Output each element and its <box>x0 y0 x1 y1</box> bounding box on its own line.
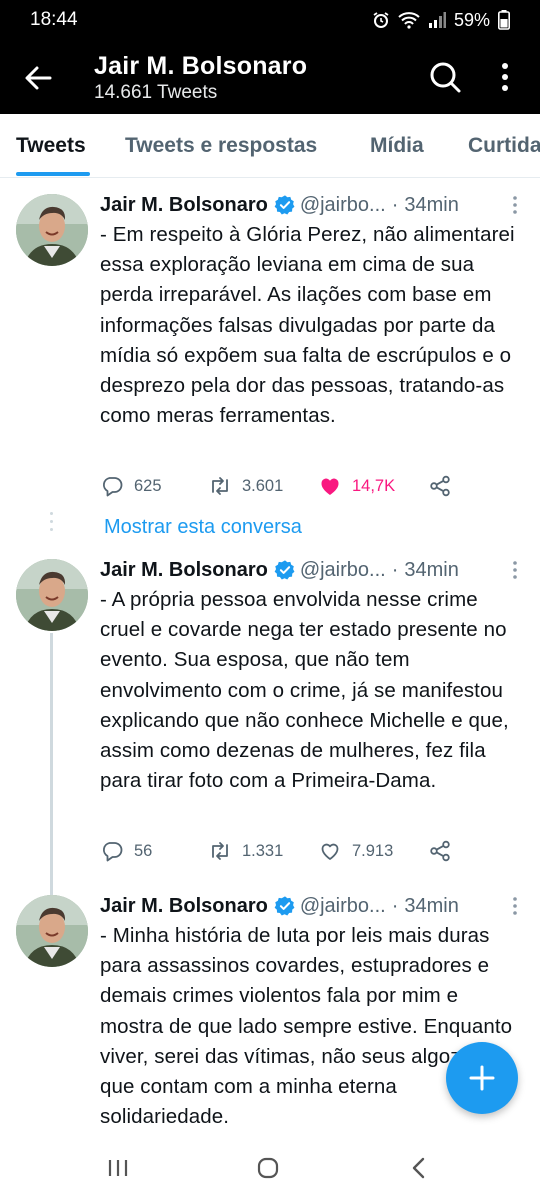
tweet-time: 34min <box>404 894 459 917</box>
active-tab-indicator <box>16 172 90 176</box>
tweet-time: 34min <box>404 193 459 216</box>
status-icons: 59% <box>372 10 510 31</box>
tweet-card[interactable]: Jair M. Bolsonaro @jairbo... · 34min - E… <box>0 190 540 510</box>
compose-tweet-button[interactable] <box>446 1042 518 1114</box>
reply-icon <box>103 842 123 862</box>
tweet-count: 14.661 Tweets <box>94 82 218 103</box>
author-handle: @jairbo... <box>299 894 386 917</box>
tweet-text: - Em respeito à Glória Perez, não alimen… <box>100 223 515 428</box>
profile-name-title: Jair M. Bolsonaro <box>94 52 308 80</box>
avatar[interactable] <box>16 895 88 967</box>
like-icon <box>321 843 339 860</box>
back-arrow-icon[interactable] <box>22 62 54 94</box>
share-icon <box>430 840 450 862</box>
tab-tweets-and-replies[interactable]: Tweets e respostas <box>125 134 317 158</box>
author-name[interactable]: Jair M. Bolsonaro <box>100 194 268 217</box>
tweet-time: 34min <box>404 558 459 581</box>
wifi-icon <box>398 12 420 29</box>
retweet-count: 1.331 <box>242 841 284 860</box>
profile-header: Jair M. Bolsonaro 14.661 Tweets <box>0 40 540 114</box>
tab-tweets[interactable]: Tweets <box>16 134 86 158</box>
search-icon[interactable] <box>428 60 462 94</box>
verified-badge-icon <box>274 195 295 215</box>
reply-count: 625 <box>134 476 162 495</box>
thread-line <box>50 633 53 895</box>
tab-media[interactable]: Mídia <box>370 134 424 158</box>
recent-apps-icon[interactable] <box>106 1156 130 1180</box>
home-icon[interactable] <box>256 1156 280 1180</box>
author-handle: @jairbo... <box>299 558 386 581</box>
system-nav-bar <box>0 1140 540 1200</box>
share-icon <box>430 475 450 497</box>
status-time: 18:44 <box>30 9 78 30</box>
share-button[interactable] <box>428 474 452 498</box>
tweet-actions: 625 3.601 14,7K <box>100 474 520 504</box>
verified-badge-icon <box>274 560 295 580</box>
separator-dot: · <box>391 894 399 917</box>
back-icon[interactable] <box>408 1156 432 1180</box>
retweet-count: 3.601 <box>242 476 284 495</box>
more-vertical-icon[interactable] <box>492 60 518 94</box>
retweet-icon <box>212 477 228 495</box>
tweet-menu-icon[interactable] <box>508 194 522 216</box>
reply-button[interactable]: 625 <box>100 474 162 498</box>
tweet-menu-icon[interactable] <box>508 895 522 917</box>
show-thread-link[interactable]: Mostrar esta conversa <box>104 516 302 539</box>
author-name[interactable]: Jair M. Bolsonaro <box>100 895 268 918</box>
tweet-menu-icon[interactable] <box>508 559 522 581</box>
retweet-button[interactable]: 1.331 <box>208 839 283 863</box>
avatar[interactable] <box>16 559 88 631</box>
compose-plus-icon <box>469 1065 495 1091</box>
retweet-button[interactable]: 3.601 <box>208 474 283 498</box>
status-bar: 18:44 59% <box>0 0 540 40</box>
tab-likes[interactable]: Curtidas <box>468 134 540 158</box>
reply-count: 56 <box>134 841 153 860</box>
battery-percent: 59% <box>453 9 490 30</box>
separator-dot: · <box>391 558 399 581</box>
author-handle: @jairbo... <box>299 193 386 216</box>
like-count: 14,7K <box>352 476 396 495</box>
retweet-icon <box>212 842 228 860</box>
like-button[interactable]: 14,7K <box>318 474 395 498</box>
reply-button[interactable]: 56 <box>100 839 152 863</box>
like-button[interactable]: 7.913 <box>318 839 393 863</box>
tweet-actions: 56 1.331 7.913 <box>100 839 520 869</box>
alarm-icon <box>373 12 389 28</box>
tweet-text: - A própria pessoa envolvida nesse crime… <box>100 588 509 793</box>
tweet-header: Jair M. Bolsonaro @jairbo... · 34min <box>100 891 530 921</box>
like-icon <box>321 478 339 495</box>
verified-badge-icon <box>274 896 295 916</box>
tweet-card[interactable]: Jair M. Bolsonaro @jairbo... · 34min - A… <box>0 555 540 895</box>
author-name[interactable]: Jair M. Bolsonaro <box>100 559 268 582</box>
share-button[interactable] <box>428 839 452 863</box>
like-count: 7.913 <box>352 841 394 860</box>
battery-icon <box>498 10 510 30</box>
separator-dot: · <box>391 193 399 216</box>
tweet-header: Jair M. Bolsonaro @jairbo... · 34min <box>100 190 530 220</box>
signal-icon <box>428 12 446 28</box>
profile-tabs: Tweets Tweets e respostas Mídia Curtidas <box>0 114 540 178</box>
tweet-header: Jair M. Bolsonaro @jairbo... · 34min <box>100 555 530 585</box>
reply-icon <box>103 477 123 497</box>
avatar[interactable] <box>16 194 88 266</box>
thread-connector-dots <box>50 512 53 536</box>
